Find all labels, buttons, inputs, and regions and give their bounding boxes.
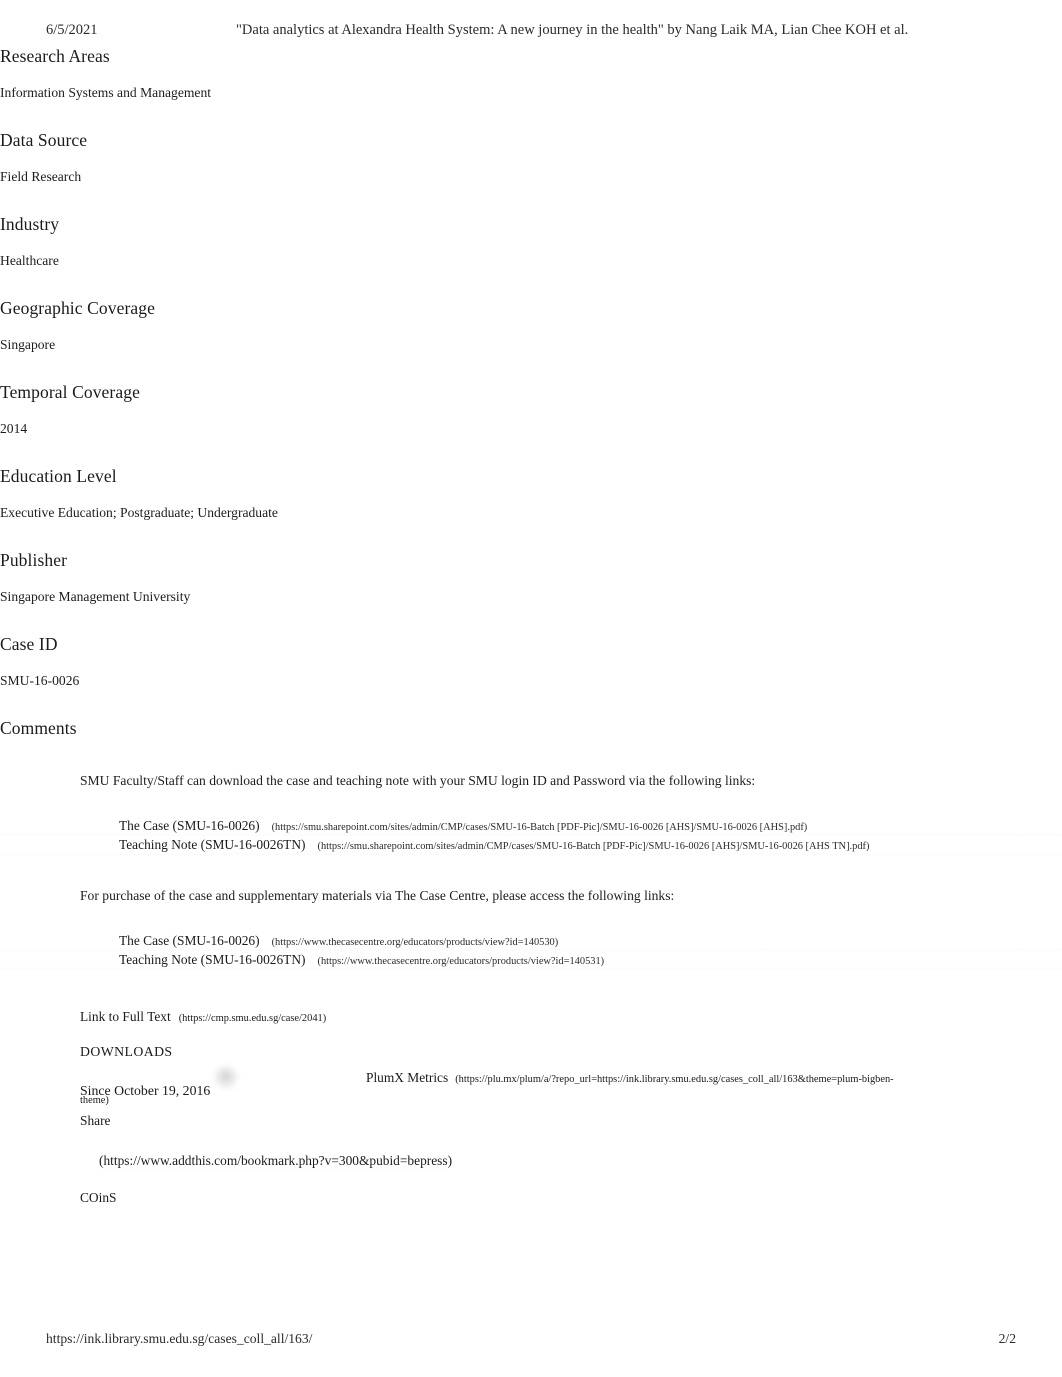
field-industry: Industry Healthcare <box>0 214 1062 270</box>
smu-link-case-url: (https://smu.sharepoint.com/sites/admin/… <box>271 822 808 834</box>
field-data-source: Data Source Field Research <box>0 130 1062 186</box>
print-footer-page-number: 2/2 <box>998 1331 1016 1346</box>
field-temporal-coverage: Temporal Coverage 2014 <box>0 382 1062 438</box>
comments-paragraph-1: SMU Faculty/Staff can download the case … <box>80 772 756 788</box>
field-value-case-id: SMU-16-0026 <box>0 673 80 688</box>
field-value-data-source: Field Research <box>0 169 82 184</box>
field-heading-comments: Comments <box>0 718 77 738</box>
field-heading-geographic-coverage: Geographic Coverage <box>0 298 155 318</box>
share-label: Share <box>80 1113 111 1128</box>
plumx-metrics-url-wrap: theme) <box>80 1095 109 1106</box>
field-heading-case-id: Case ID <box>0 634 58 654</box>
field-value-industry: Healthcare <box>0 253 59 268</box>
field-value-education-level: Executive Education; Postgraduate; Under… <box>0 505 278 520</box>
field-research-areas: Research Areas Information Systems and M… <box>0 46 1062 102</box>
field-heading-research-areas: Research Areas <box>0 46 110 66</box>
field-value-temporal-coverage: 2014 <box>0 421 28 436</box>
print-header: 6/5/2021 "Data analytics at Alexandra He… <box>0 22 1062 44</box>
smu-link-teaching-note-url: (https://smu.sharepoint.com/sites/admin/… <box>317 841 870 853</box>
print-footer-url: https://ink.library.smu.edu.sg/cases_col… <box>46 1331 313 1346</box>
field-value-geographic-coverage: Singapore <box>0 337 56 352</box>
casecentre-link-teaching-note-url: (https://www.thecasecentre.org/educators… <box>317 956 605 968</box>
casecentre-link-case[interactable]: The Case (SMU-16-0026) (https://www.theca… <box>0 932 1062 952</box>
plumx-metrics-label: PlumX Metrics <box>366 1070 449 1085</box>
smu-link-case-label: The Case (SMU-16-0026) <box>119 818 260 834</box>
plumx-metrics-link[interactable]: PlumX Metrics (https://plu.mx/plum/a/?rep… <box>366 1070 894 1086</box>
field-value-publisher: Singapore Management University <box>0 589 191 604</box>
smu-link-case[interactable]: The Case (SMU-16-0026) (https://smu.share… <box>0 817 1062 837</box>
coins-label: COinS <box>80 1190 117 1205</box>
metrics-and-share-area: PlumX Metrics (https://plu.mx/plum/a/?rep… <box>0 1013 1062 1193</box>
smu-link-teaching-note-label: Teaching Note (SMU-16-0026TN) <box>119 837 306 853</box>
print-header-document-title: "Data analytics at Alexandra Health Syst… <box>236 22 909 38</box>
casecentre-link-teaching-note-label: Teaching Note (SMU-16-0026TN) <box>119 952 306 968</box>
field-geographic-coverage: Geographic Coverage Singapore <box>0 298 1062 354</box>
comments-paragraph-2: For purchase of the case and supplementa… <box>80 887 675 903</box>
field-heading-education-level: Education Level <box>0 466 117 486</box>
field-value-research-areas: Information Systems and Management <box>0 85 212 100</box>
casecentre-link-case-url: (https://www.thecasecentre.org/educators… <box>271 937 559 949</box>
field-heading-data-source: Data Source <box>0 130 88 150</box>
plumx-metrics-url: (https://plu.mx/plum/a/?repo_url=https:/… <box>455 1074 894 1085</box>
smu-link-teaching-note[interactable]: Teaching Note (SMU-16-0026TN) (https://sm… <box>0 836 1062 856</box>
field-heading-industry: Industry <box>0 214 60 234</box>
field-heading-publisher: Publisher <box>0 550 68 570</box>
field-heading-temporal-coverage: Temporal Coverage <box>0 382 140 402</box>
field-education-level: Education Level Executive Education; Pos… <box>0 466 1062 522</box>
casecentre-link-teaching-note[interactable]: Teaching Note (SMU-16-0026TN) (https://ww… <box>0 951 1062 971</box>
field-comments: Comments SMU Faculty/Staff can download … <box>0 718 1062 971</box>
casecentre-link-case-label: The Case (SMU-16-0026) <box>119 933 260 949</box>
loading-spinner-icon <box>213 1065 239 1091</box>
field-publisher: Publisher Singapore Management Universit… <box>0 550 1062 606</box>
field-case-id: Case ID SMU-16-0026 <box>0 634 1062 690</box>
document-content: Research Areas Information Systems and M… <box>0 46 1062 1100</box>
print-footer: https://ink.library.smu.edu.sg/cases_col… <box>0 1331 1062 1351</box>
print-header-date: 6/5/2021 <box>46 22 98 38</box>
addthis-bookmark-link[interactable]: (https://www.addthis.com/bookmark.php?v=… <box>99 1153 453 1169</box>
